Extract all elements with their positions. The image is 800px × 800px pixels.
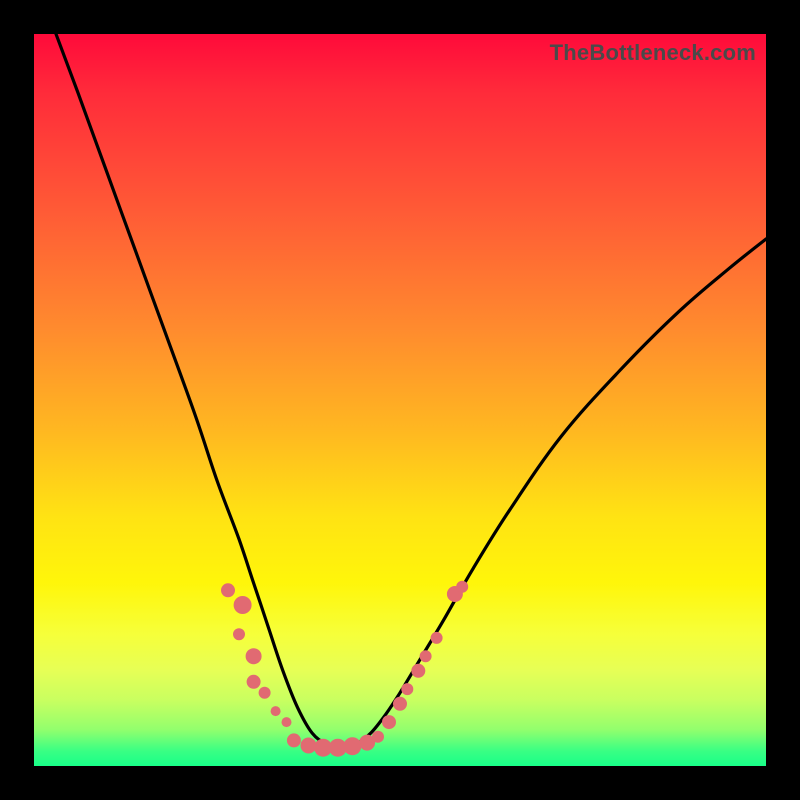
bottleneck-curve-svg xyxy=(34,34,766,766)
data-dot xyxy=(282,717,292,727)
data-dot xyxy=(246,648,262,664)
data-dot xyxy=(234,596,252,614)
chart-frame: TheBottleneck.com xyxy=(0,0,800,800)
data-dot xyxy=(301,738,317,754)
data-dot xyxy=(456,581,468,593)
plot-area: TheBottleneck.com xyxy=(34,34,766,766)
data-dot xyxy=(287,733,301,747)
data-dot xyxy=(247,675,261,689)
data-dot xyxy=(431,632,443,644)
data-dot xyxy=(259,687,271,699)
data-dot xyxy=(233,628,245,640)
data-dot xyxy=(401,683,413,695)
data-dot xyxy=(271,706,281,716)
data-dot xyxy=(420,650,432,662)
data-dot xyxy=(221,583,235,597)
data-dot xyxy=(411,664,425,678)
bottleneck-curve xyxy=(56,34,766,748)
data-dot xyxy=(382,715,396,729)
data-dot xyxy=(343,737,361,755)
data-dot xyxy=(393,697,407,711)
data-dot xyxy=(372,731,384,743)
data-dots xyxy=(221,581,468,757)
